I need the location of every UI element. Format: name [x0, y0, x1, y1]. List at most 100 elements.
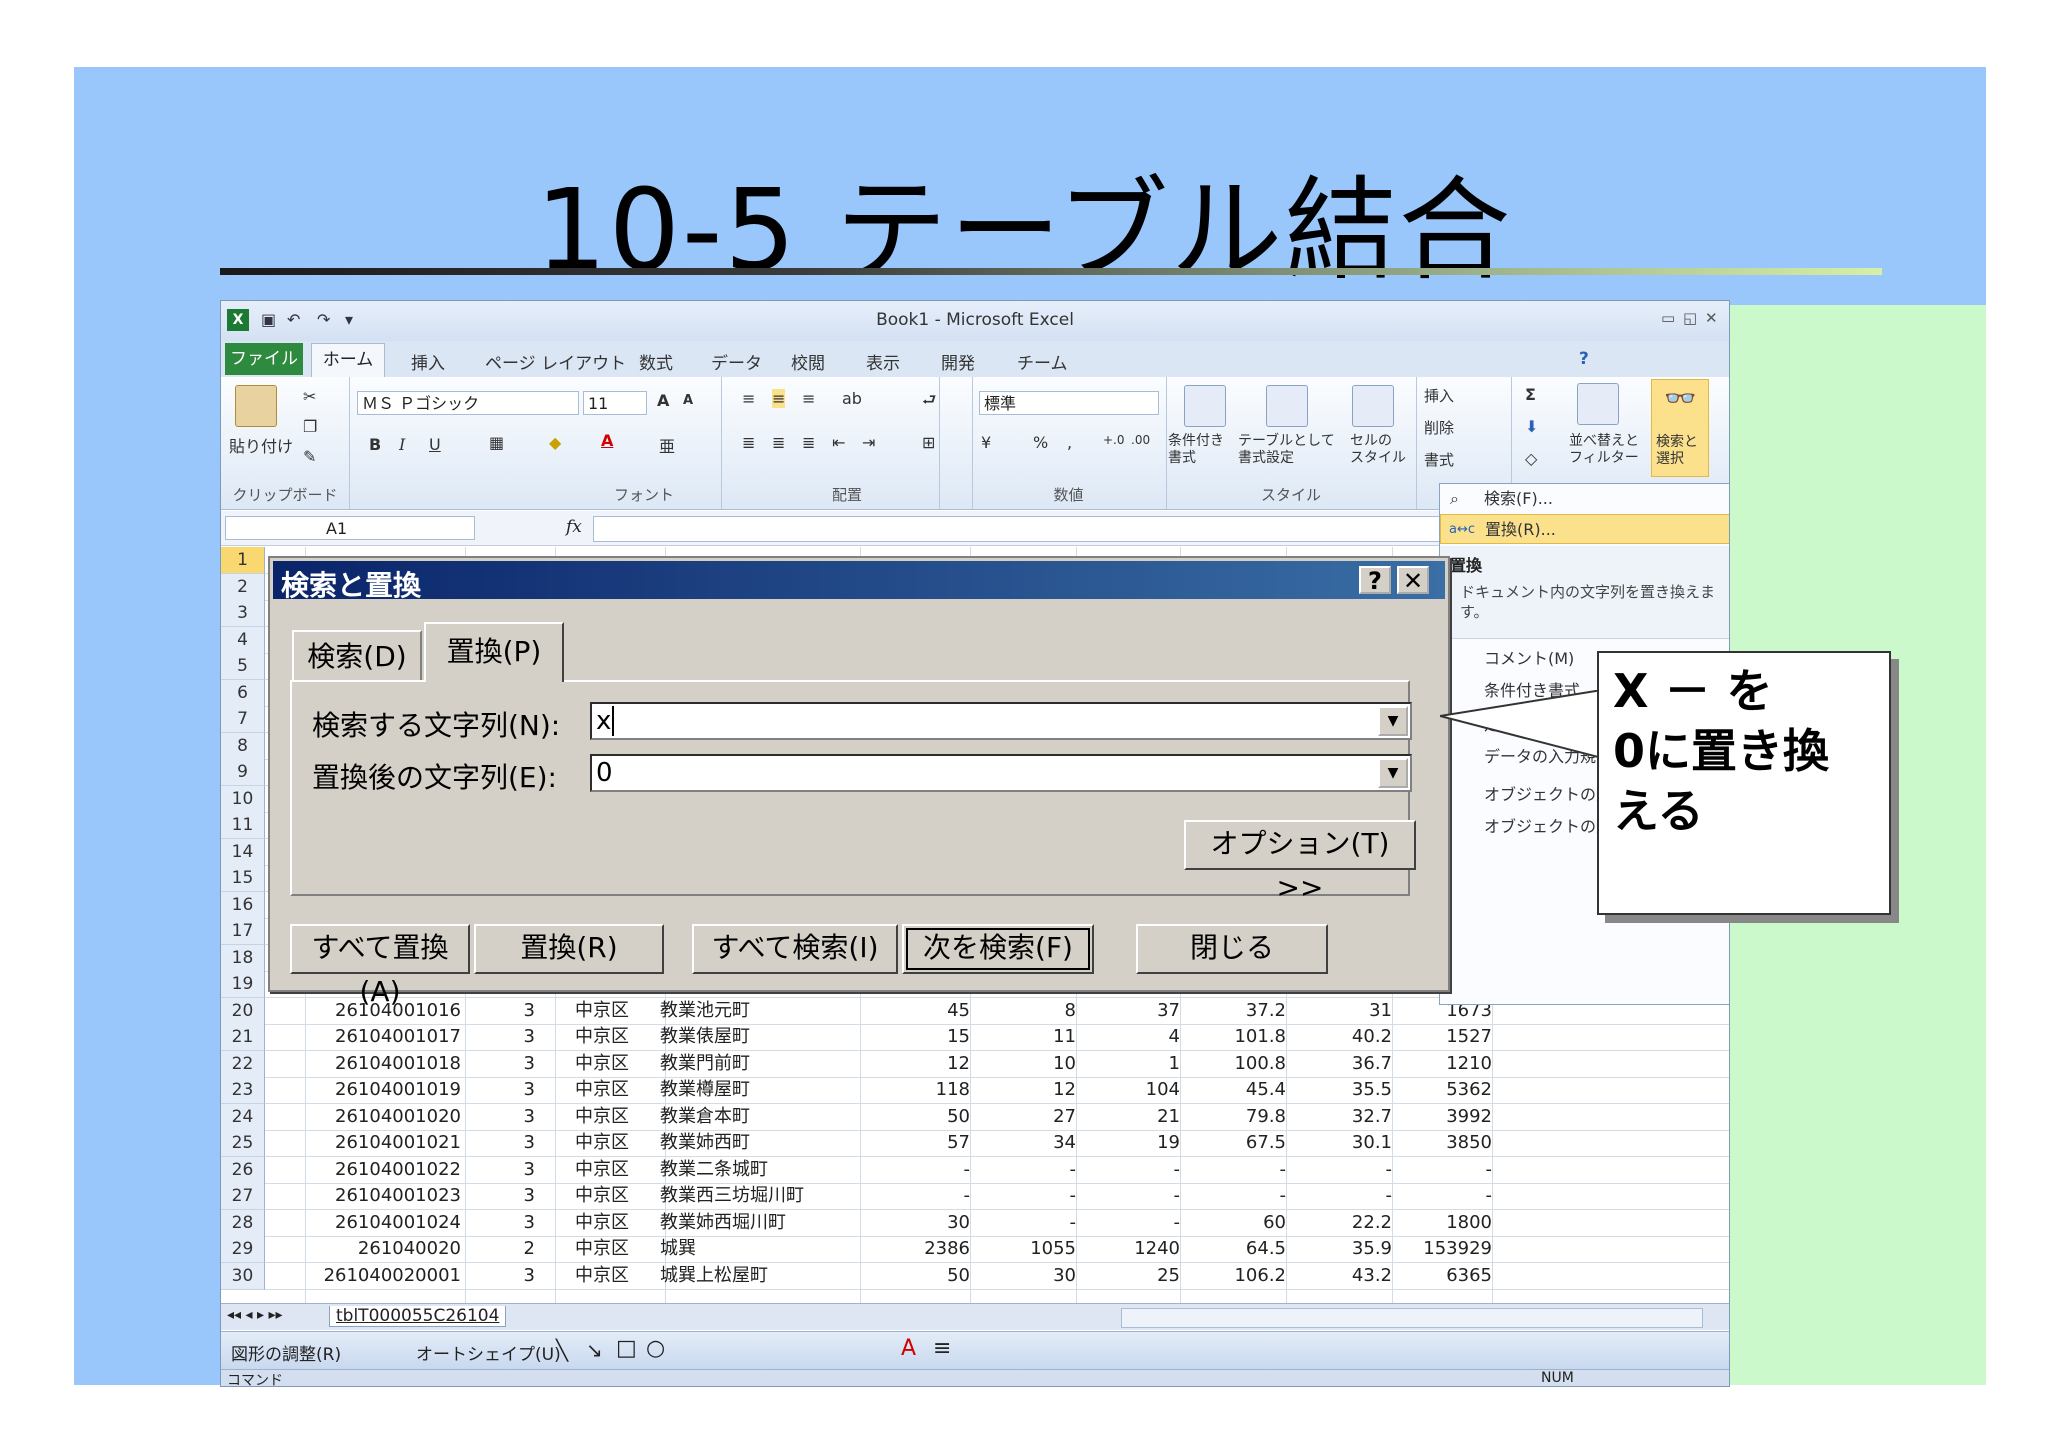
row-header[interactable]: 25 — [221, 1130, 265, 1157]
cell-b[interactable]: 2 — [475, 1236, 535, 1262]
cell-a[interactable]: 26104001019 — [321, 1077, 461, 1103]
cell-x[interactable]: - — [1180, 1183, 1287, 1209]
cell-c[interactable]: 中京区 — [575, 1157, 655, 1183]
align-top-icon[interactable]: ≡ — [742, 389, 755, 408]
tab-data[interactable]: データ — [711, 349, 762, 374]
cell-x[interactable]: 37.2 — [1180, 998, 1286, 1024]
formula-input[interactable] — [593, 516, 1465, 542]
row-header[interactable]: 14 — [221, 839, 265, 866]
row-header[interactable]: 15 — [221, 865, 265, 892]
cell-f[interactable]: - — [970, 1210, 1077, 1236]
tab-find[interactable]: 検索(D) — [292, 630, 422, 680]
row-header[interactable]: 8 — [221, 733, 265, 760]
cell-e[interactable]: 45 — [860, 998, 970, 1024]
cell-c[interactable]: 中京区 — [575, 1263, 655, 1289]
align-right-icon[interactable]: ≣ — [802, 433, 815, 452]
help-button[interactable]: ? — [1359, 566, 1391, 594]
rectangle-icon[interactable]: □ — [616, 1336, 637, 1361]
cell-i[interactable]: 3992 — [1392, 1104, 1492, 1130]
cell-b[interactable]: 3 — [475, 1263, 535, 1289]
cell-x[interactable]: - — [1180, 1157, 1287, 1183]
row-header[interactable]: 26 — [221, 1157, 265, 1184]
cell-h[interactable]: 35.5 — [1286, 1077, 1392, 1103]
cell-a[interactable]: 26104001022 — [321, 1157, 461, 1183]
cell-b[interactable]: 3 — [475, 1157, 535, 1183]
italic-button[interactable]: I — [399, 435, 405, 454]
row-header[interactable]: 11 — [221, 812, 265, 839]
tab-insert[interactable]: 挿入 — [411, 349, 445, 374]
conditional-format-icon[interactable] — [1184, 385, 1226, 427]
cell-d[interactable]: 教業二条城町 — [660, 1157, 860, 1183]
cell-a[interactable]: 26104001021 — [321, 1130, 461, 1156]
chevron-down-icon[interactable]: ▼ — [1378, 706, 1408, 736]
cell-h[interactable]: - — [1286, 1183, 1393, 1209]
close-window-icon[interactable]: ✕ — [1705, 309, 1718, 327]
row-header[interactable]: 20 — [221, 998, 265, 1025]
tab-home[interactable]: ホーム — [311, 343, 385, 378]
align-bottom-icon[interactable]: ≡ — [802, 389, 815, 408]
row-header[interactable]: 6 — [221, 680, 265, 707]
cell-c[interactable]: 中京区 — [575, 1236, 655, 1262]
name-box[interactable]: A1 — [225, 516, 475, 540]
cell-x[interactable]: 60 — [1180, 1210, 1286, 1236]
adjust-shape-menu[interactable]: 図形の調整(R) — [231, 1340, 341, 1365]
cell-a[interactable]: 26104001023 — [321, 1183, 461, 1209]
sheet-nav-icon[interactable]: ◂◂ ◂ ▸ ▸▸ — [227, 1307, 283, 1323]
find-next-button[interactable]: 次を検索(F) — [902, 924, 1094, 974]
cell-f[interactable]: 12 — [970, 1077, 1076, 1103]
cell-g[interactable]: 21 — [1076, 1104, 1180, 1130]
cell-e[interactable]: - — [860, 1157, 971, 1183]
cell-f[interactable]: 11 — [970, 1024, 1076, 1050]
cell-g[interactable]: - — [1076, 1183, 1181, 1209]
cell-d[interactable]: 教業倉本町 — [660, 1104, 860, 1130]
cell-g[interactable]: 1240 — [1076, 1236, 1180, 1262]
cell-f[interactable]: 27 — [970, 1104, 1076, 1130]
row-header[interactable]: 21 — [221, 1024, 265, 1051]
format-table-button[interactable]: テーブルとして 書式設定 — [1238, 433, 1335, 467]
cell-h[interactable]: 35.9 — [1286, 1236, 1392, 1262]
bold-button[interactable]: B — [369, 435, 381, 454]
paste-button[interactable]: 貼り付け — [229, 433, 293, 457]
cell-a[interactable]: 26104001024 — [321, 1210, 461, 1236]
chevron-down-icon[interactable]: ▼ — [1378, 758, 1408, 788]
cell-e[interactable]: 50 — [860, 1263, 970, 1289]
cell-i[interactable]: 6365 — [1392, 1263, 1492, 1289]
cell-h[interactable]: 36.7 — [1286, 1051, 1392, 1077]
cell-x[interactable]: 100.8 — [1180, 1051, 1286, 1077]
align-center-icon[interactable]: ≣ — [772, 433, 785, 452]
cell-h[interactable]: 40.2 — [1286, 1024, 1392, 1050]
replace-button[interactable]: 置換(R) — [474, 924, 664, 974]
tab-page-layout[interactable]: ページ レイアウト — [485, 349, 626, 374]
replace-input[interactable]: 0 ▼ — [590, 754, 1412, 792]
cell-h[interactable]: 30.1 — [1286, 1130, 1392, 1156]
merge-center-icon[interactable]: ⊞ — [922, 433, 935, 452]
format-cells-button[interactable]: 書式 — [1424, 449, 1454, 470]
cell-d[interactable]: 教業姉西町 — [660, 1130, 860, 1156]
row-header[interactable]: 29 — [221, 1236, 265, 1263]
font-color-icon[interactable]: A — [601, 431, 613, 450]
row-header[interactable]: 30 — [221, 1263, 265, 1290]
cell-e[interactable]: 30 — [860, 1210, 970, 1236]
find-input[interactable]: x ▼ — [590, 702, 1412, 740]
grow-font-icon[interactable]: A — [657, 391, 669, 410]
cell-x[interactable]: 101.8 — [1180, 1024, 1286, 1050]
cell-b[interactable]: 3 — [475, 1051, 535, 1077]
cell-f[interactable]: 10 — [970, 1051, 1076, 1077]
options-button[interactable]: オプション(T) >> — [1184, 820, 1416, 904]
paste-icon[interactable] — [235, 385, 277, 427]
cell-a[interactable]: 26104001018 — [321, 1051, 461, 1077]
cell-g[interactable]: 25 — [1076, 1263, 1180, 1289]
cell-a[interactable]: 261040020001 — [321, 1263, 461, 1289]
horizontal-scrollbar[interactable] — [1121, 1308, 1703, 1328]
cell-h[interactable]: 22.2 — [1286, 1210, 1392, 1236]
cell-g[interactable]: - — [1076, 1157, 1181, 1183]
row-header[interactable]: 24 — [221, 1104, 265, 1131]
cell-e[interactable]: 57 — [860, 1130, 970, 1156]
cell-i[interactable]: 1527 — [1392, 1024, 1492, 1050]
cell-i[interactable]: - — [1392, 1183, 1493, 1209]
cell-x[interactable]: 45.4 — [1180, 1077, 1286, 1103]
cell-f[interactable]: - — [970, 1157, 1077, 1183]
sheet-tab[interactable]: tblT000055C26104 — [329, 1306, 507, 1327]
cell-e[interactable]: 2386 — [860, 1236, 970, 1262]
cell-e[interactable]: 50 — [860, 1104, 970, 1130]
